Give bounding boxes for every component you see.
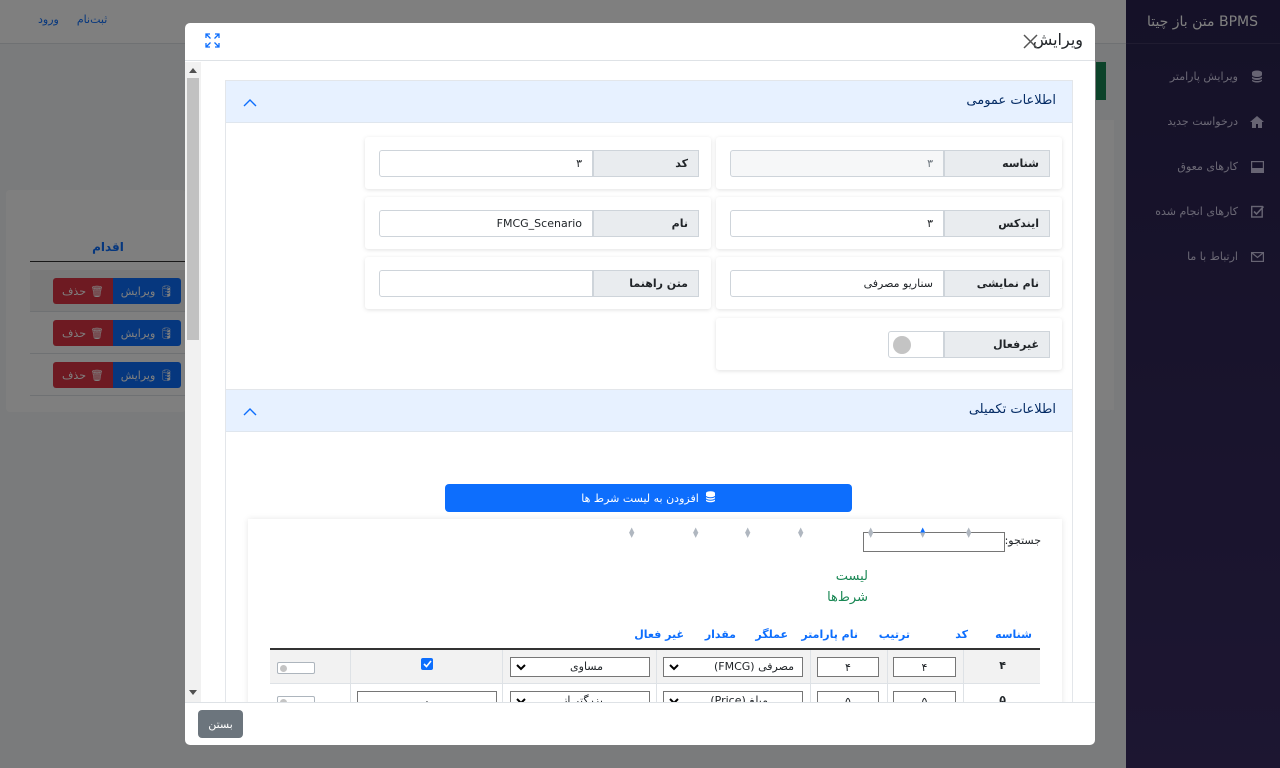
sort-icon: ▲ ▼ bbox=[798, 526, 804, 539]
scrollbar[interactable] bbox=[185, 62, 201, 702]
param-select[interactable]: مبلغ (Price) bbox=[663, 691, 803, 702]
code-label: کد bbox=[593, 150, 699, 177]
table-row: ۵ ۵ ۵ مبلغ (Price) بزرگتر از ۰ bbox=[270, 684, 1040, 702]
id-input[interactable]: ۳ bbox=[730, 150, 944, 177]
index-input[interactable]: ۳ bbox=[730, 210, 944, 237]
row-id: ۵ bbox=[999, 693, 1006, 702]
chevron-down-icon bbox=[669, 662, 679, 672]
order-input[interactable]: ۵ bbox=[817, 691, 879, 702]
database-icon bbox=[705, 490, 716, 506]
search-input[interactable] bbox=[863, 532, 1005, 552]
help-text-field-group: متن راهنما bbox=[365, 257, 711, 309]
add-condition-button[interactable]: افزودن به لیست شرط ها bbox=[445, 484, 852, 512]
value-checkbox[interactable] bbox=[421, 658, 433, 670]
sort-asc-icon: ▲ ▼ bbox=[920, 526, 926, 539]
extra-info-header[interactable]: اطلاعات تکمیلی bbox=[226, 390, 1072, 432]
sort-icon: ▲ ▼ bbox=[693, 526, 699, 539]
index-label: ایندکس bbox=[944, 210, 1050, 237]
close-icon[interactable] bbox=[1023, 34, 1038, 49]
column-header-operator[interactable]: عملگر bbox=[744, 619, 796, 649]
code-input[interactable]: ۴ bbox=[893, 657, 956, 677]
sort-icon: ▲ ▼ bbox=[966, 526, 972, 539]
sort-icon: ▲ ▼ bbox=[868, 526, 874, 539]
display-name-label: نام نمایشی bbox=[944, 270, 1050, 297]
index-field-group: ایندکس ۳ bbox=[716, 197, 1062, 249]
modal-body: اطلاعات عمومی شناسه ۳ کد ۳ ایندکس ۳ نام … bbox=[185, 62, 1095, 702]
modal-title: ویرایش bbox=[1032, 30, 1083, 49]
display-name-field-group: نام نمایشی سناریو مصرفی bbox=[716, 257, 1062, 309]
column-header-id[interactable]: شناسه bbox=[979, 619, 1040, 649]
row-id: ۴ bbox=[999, 659, 1006, 672]
toggle-knob bbox=[893, 336, 911, 354]
table-caption: لیست bbox=[835, 569, 868, 584]
name-field-group: نام FMCG_Scenario bbox=[365, 197, 711, 249]
close-button[interactable]: بستن bbox=[198, 710, 243, 738]
display-name-input[interactable]: سناریو مصرفی bbox=[730, 270, 944, 297]
sort-icon: ▲ ▼ bbox=[629, 526, 635, 539]
column-header-value[interactable]: مقدار bbox=[692, 619, 744, 649]
table-caption: شرط‌ها bbox=[827, 590, 868, 605]
inactive-toggle[interactable] bbox=[277, 662, 315, 674]
column-header-inactive[interactable]: غیر فعال bbox=[628, 619, 692, 649]
column-header-code[interactable]: کد bbox=[918, 619, 976, 649]
expand-icon[interactable] bbox=[205, 33, 220, 48]
panel-title: اطلاعات عمومی bbox=[966, 93, 1056, 108]
inactive-field-group: غیرفعال bbox=[716, 318, 1062, 370]
help-text-input[interactable] bbox=[379, 270, 593, 297]
scroll-down-arrow[interactable] bbox=[189, 690, 197, 695]
chevron-up-icon[interactable] bbox=[242, 404, 258, 420]
param-select[interactable]: مصرفی (FMCG) bbox=[663, 657, 803, 677]
table-row: ۴ ۴ ۴ مصرفی (FMCG) مساوی bbox=[270, 650, 1040, 684]
modal-footer: بستن bbox=[185, 702, 1095, 745]
scroll-thumb[interactable] bbox=[187, 78, 199, 340]
code-input[interactable]: ۳ bbox=[379, 150, 593, 177]
help-text-label: متن راهنما bbox=[593, 270, 699, 297]
name-input[interactable]: FMCG_Scenario bbox=[379, 210, 593, 237]
conditions-table-card: جستجو: لیست شرط‌ها شناسه کد ترتیب نام پا… bbox=[248, 519, 1062, 702]
name-label: نام bbox=[593, 210, 699, 237]
scroll-up-arrow[interactable] bbox=[189, 68, 197, 73]
inactive-label: غیرفعال bbox=[944, 331, 1050, 358]
toggle-knob bbox=[280, 665, 287, 672]
chevron-up-icon[interactable] bbox=[242, 95, 258, 111]
operator-select[interactable]: بزرگتر از bbox=[510, 691, 650, 702]
general-info-panel: اطلاعات عمومی شناسه ۳ کد ۳ ایندکس ۳ نام … bbox=[225, 80, 1073, 390]
sort-icon: ▲ ▼ bbox=[745, 526, 751, 539]
modal-header: ویرایش bbox=[185, 23, 1095, 61]
edit-modal: ویرایش اطلاعات عمومی شناسه ۳ کد ۳ ایندکس… bbox=[185, 23, 1095, 745]
general-info-header[interactable]: اطلاعات عمومی bbox=[226, 81, 1072, 123]
id-field-group: شناسه ۳ bbox=[716, 137, 1062, 189]
search-label: جستجو: bbox=[1004, 534, 1041, 547]
id-label: شناسه bbox=[944, 150, 1050, 177]
column-header-param[interactable]: نام پارامتر bbox=[796, 619, 866, 649]
code-field-group: کد ۳ bbox=[365, 137, 711, 189]
operator-select[interactable]: مساوی bbox=[510, 657, 650, 677]
code-input[interactable]: ۵ bbox=[893, 691, 956, 702]
chevron-down-icon bbox=[516, 662, 526, 672]
order-input[interactable]: ۴ bbox=[817, 657, 879, 677]
column-header-order[interactable]: ترتیب bbox=[866, 619, 918, 649]
inactive-toggle[interactable] bbox=[888, 331, 944, 358]
value-input[interactable]: ۰ bbox=[357, 691, 497, 702]
panel-title: اطلاعات تکمیلی bbox=[968, 402, 1056, 417]
